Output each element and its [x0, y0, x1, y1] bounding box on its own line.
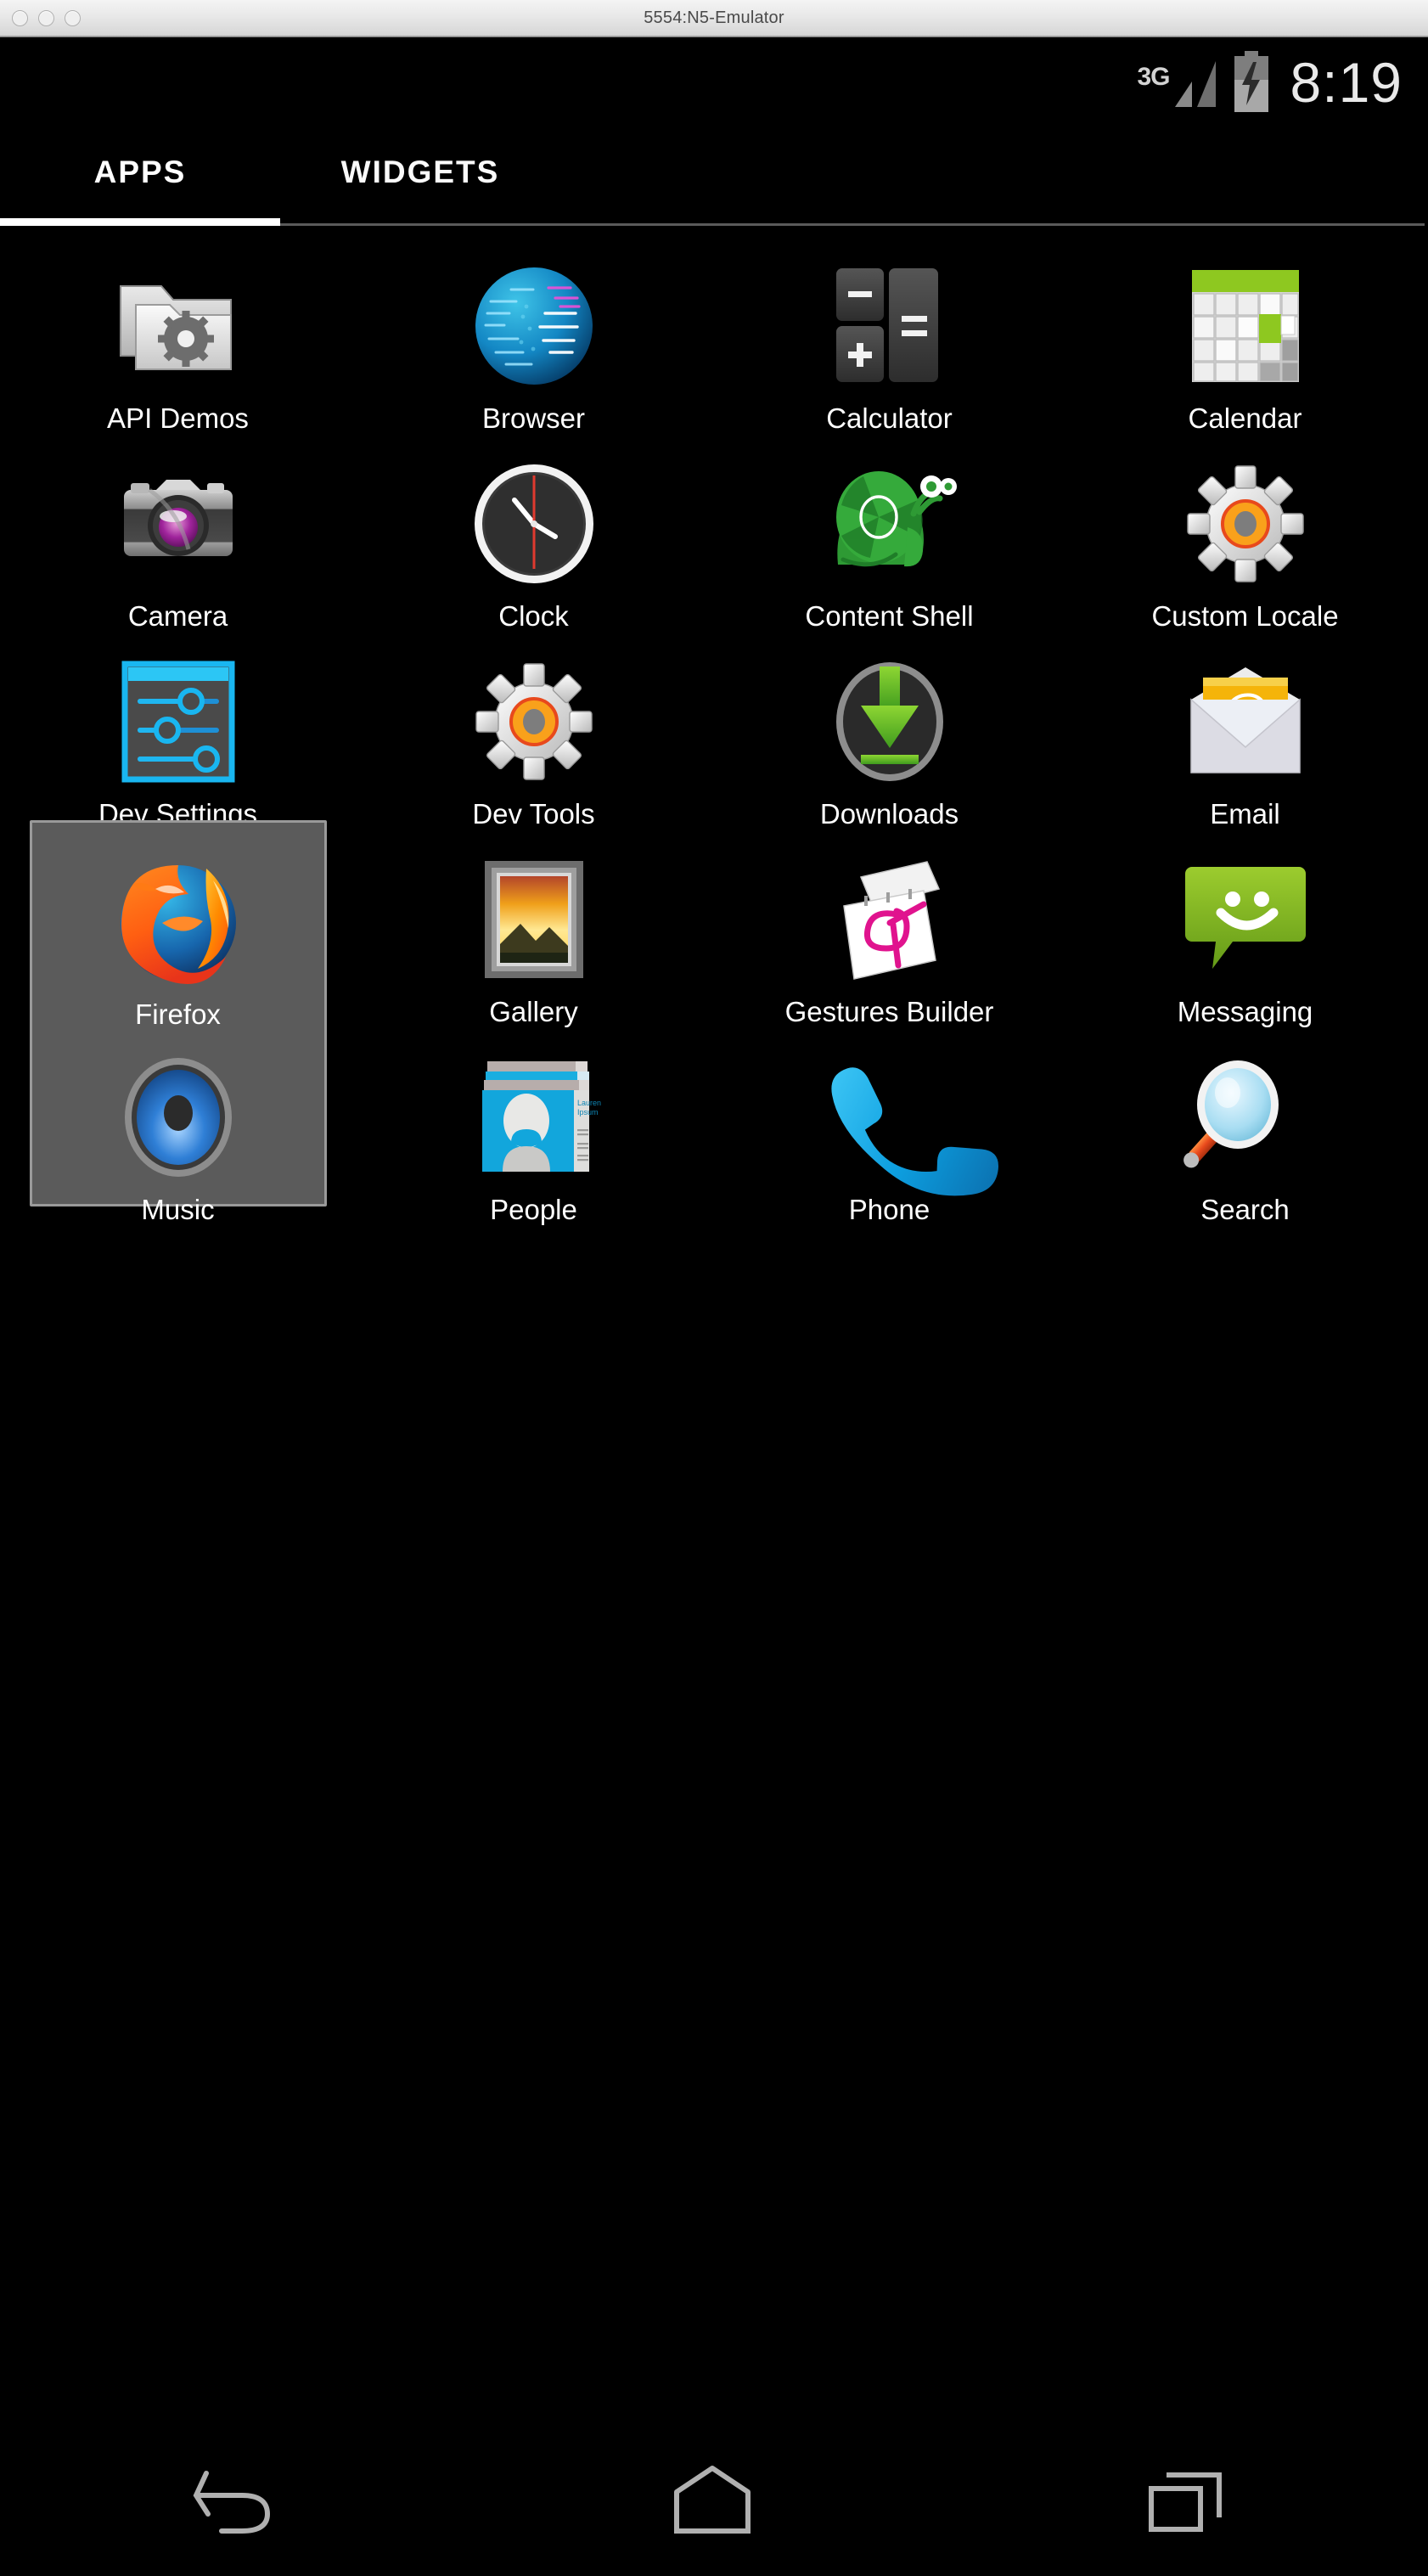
app-item-gallery[interactable]: Gallery — [356, 839, 711, 1032]
window-title: 5554:N5-Emulator — [644, 8, 784, 27]
app-label: Calculator — [826, 402, 953, 434]
search-magnifier-icon — [1182, 1054, 1309, 1181]
back-arrow-icon — [193, 2471, 270, 2534]
app-item-calculator[interactable]: Calculator — [711, 245, 1067, 439]
app-label: Music — [141, 1194, 215, 1225]
app-label: API Demos — [107, 402, 249, 434]
app-label: Dev Tools — [472, 798, 595, 830]
app-label: Firefox — [135, 998, 221, 1030]
app-label: Calendar — [1188, 402, 1302, 434]
app-item-camera[interactable]: Camera — [0, 443, 356, 637]
firefox-icon — [115, 858, 242, 986]
tab-underline — [0, 218, 1425, 227]
navigation-bar — [0, 2423, 1425, 2576]
app-grid: API Demos Browser Calculator Calendar Ca… — [0, 227, 1425, 1230]
dev-tools-gear-icon — [470, 658, 598, 785]
app-item-browser[interactable]: Browser — [356, 245, 711, 439]
tab-divider-line — [280, 223, 1425, 226]
people-icon-name-line2: Ipsum — [577, 1108, 599, 1116]
people-icon-name-line1: Lauren — [577, 1099, 601, 1107]
downloads-arrow-icon — [826, 658, 953, 785]
tab-widgets[interactable]: WIDGETS — [280, 155, 560, 190]
music-speaker-icon — [115, 1054, 242, 1181]
app-label: Gallery — [489, 996, 578, 1027]
network-type-label: 3G — [1137, 62, 1171, 91]
phone-handset-icon — [826, 1054, 998, 1196]
app-item-clock[interactable]: Clock — [356, 443, 711, 637]
app-label: Custom Locale — [1151, 600, 1339, 632]
api-demos-icon — [115, 262, 242, 390]
status-bar: 3G 8:19 — [0, 37, 1425, 127]
home-icon — [673, 2466, 751, 2534]
app-label: People — [490, 1194, 577, 1225]
battery-charging-icon — [1234, 50, 1268, 112]
tab-bar: APPS WIDGETS — [0, 127, 1425, 218]
app-item-downloads[interactable]: Downloads — [711, 641, 1067, 835]
app-label: Messaging — [1177, 996, 1313, 1027]
calculator-icon — [826, 262, 953, 390]
signal-bars-icon — [1174, 60, 1216, 107]
app-item-custom-locale[interactable]: Custom Locale — [1067, 443, 1423, 637]
nav-back-button[interactable] — [144, 2463, 331, 2536]
app-item-people[interactable]: Lauren Ipsum People — [356, 1037, 711, 1230]
recent-apps-icon — [1149, 2472, 1223, 2532]
network-status-group: 3G — [1138, 56, 1219, 109]
app-item-gestures-builder[interactable]: Gestures Builder — [711, 839, 1067, 1032]
app-item-content-shell[interactable]: Content Shell — [711, 443, 1067, 637]
email-envelope-icon: @ — [1182, 658, 1309, 785]
dev-settings-sliders-icon — [115, 658, 242, 785]
app-item-messaging[interactable]: Messaging — [1067, 839, 1423, 1032]
app-label: Gestures Builder — [784, 996, 994, 1027]
app-label: Phone — [848, 1194, 930, 1225]
people-contact-icon: Lauren Ipsum — [470, 1054, 601, 1181]
app-item-api-demos[interactable]: API Demos — [0, 245, 356, 439]
app-label: Email — [1210, 798, 1280, 830]
calendar-icon — [1182, 262, 1309, 390]
browser-globe-icon — [470, 262, 598, 390]
app-item-dev-tools[interactable]: Dev Tools — [356, 641, 711, 835]
app-item-music[interactable]: Music — [0, 1037, 356, 1230]
app-label: Search — [1200, 1194, 1290, 1225]
clock-icon — [470, 460, 598, 588]
messaging-bubble-icon — [1182, 856, 1309, 983]
app-item-search[interactable]: Search — [1067, 1037, 1423, 1230]
app-item-dev-settings[interactable]: Dev Settings — [0, 641, 356, 835]
nav-home-button[interactable] — [619, 2463, 806, 2536]
camera-icon — [115, 460, 242, 588]
gallery-photo-icon — [470, 856, 598, 983]
app-label: Camera — [127, 600, 228, 632]
content-shell-snail-icon — [826, 460, 957, 588]
window-titlebar: 5554:N5-Emulator — [0, 0, 1428, 37]
emulator-screen: 3G 8:19 APPS WIDGETS API Demos Browser C… — [0, 37, 1428, 2576]
status-clock: 8:19 — [1290, 50, 1403, 114]
app-label: Content Shell — [805, 600, 974, 632]
app-label: Downloads — [819, 798, 959, 830]
app-label: Clock — [498, 600, 569, 632]
nav-recents-button[interactable] — [1093, 2463, 1280, 2536]
app-item-calendar[interactable]: Calendar — [1067, 245, 1423, 439]
gestures-builder-icon — [826, 856, 953, 983]
app-item-phone[interactable]: Phone — [711, 1037, 1067, 1230]
custom-locale-gear-icon — [1182, 460, 1309, 588]
app-item-email[interactable]: @ Email — [1067, 641, 1423, 835]
tab-apps[interactable]: APPS — [0, 155, 280, 190]
app-label: Browser — [481, 402, 586, 434]
tab-active-indicator — [0, 218, 280, 226]
